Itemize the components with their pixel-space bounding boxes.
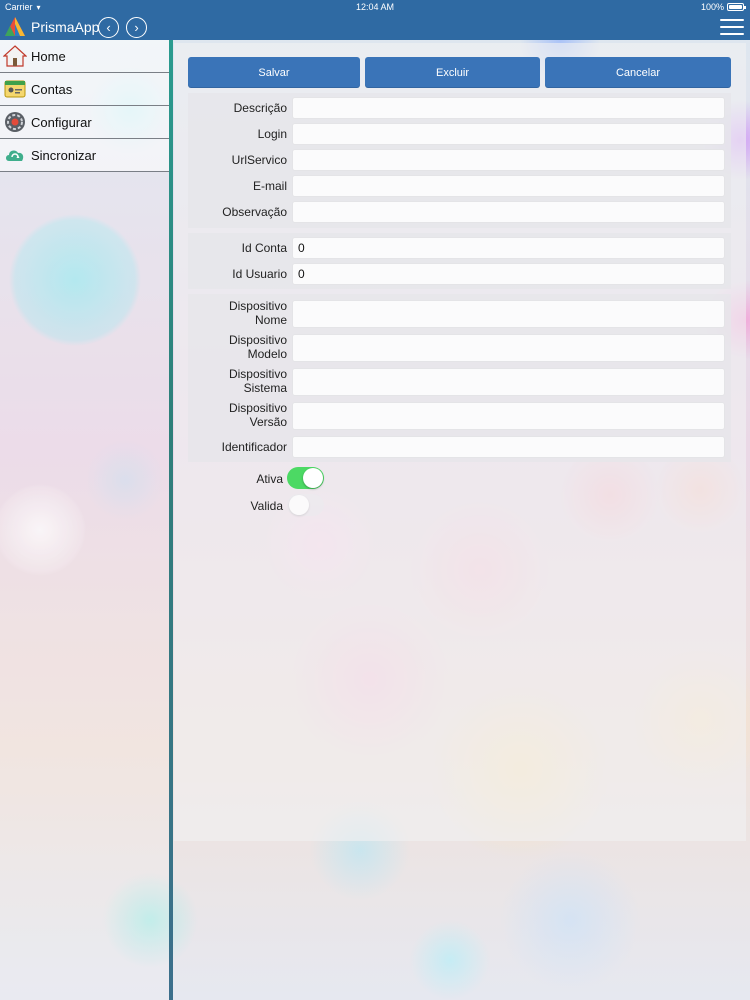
valida-toggle[interactable] xyxy=(287,494,324,516)
app-title: PrismaApp xyxy=(31,19,100,35)
field-row-id-usuario: Id Usuario xyxy=(188,263,731,285)
field-row-descricao: Descrição xyxy=(188,97,731,119)
menu-line-icon xyxy=(720,33,744,35)
urlservico-label: UrlServico xyxy=(231,153,287,167)
accounts-icon xyxy=(4,80,26,98)
dispositivo-versao-label: Dispositivo Versão xyxy=(228,401,287,429)
sidebar-item-home[interactable]: Home xyxy=(0,40,169,73)
prisma-logo-icon xyxy=(5,17,25,36)
field-row-dispositivo-modelo: Dispositivo Modelo xyxy=(188,332,731,362)
login-label: Login xyxy=(257,127,287,141)
menu-line-icon xyxy=(720,26,744,28)
account-fields-group: Descrição Login UrlServico E-mail Observ… xyxy=(188,93,731,228)
sidebar-item-label: Home xyxy=(31,48,66,64)
observacao-label: Observação xyxy=(222,205,287,219)
settings-icon xyxy=(5,112,25,132)
chevron-left-icon: ‹ xyxy=(106,20,111,35)
descricao-label: Descrição xyxy=(233,101,287,115)
forward-button[interactable]: › xyxy=(126,17,147,38)
toggle-knob xyxy=(289,495,309,515)
save-button[interactable]: Salvar xyxy=(188,57,360,88)
field-row-dispositivo-sistema: Dispositivo Sistema xyxy=(188,366,731,396)
sidebar-divider xyxy=(169,40,173,1000)
status-bar: Carrier ▾ 12:04 AM 100% xyxy=(0,0,750,14)
back-button[interactable]: ‹ xyxy=(98,17,119,38)
id-usuario-label: Id Usuario xyxy=(232,267,287,281)
login-input[interactable] xyxy=(292,123,725,145)
toggle-knob xyxy=(303,468,323,488)
field-row-urlservico: UrlServico xyxy=(188,149,731,171)
battery-percent: 100% xyxy=(700,2,724,12)
field-row-dispositivo-nome: Dispositivo Nome xyxy=(188,298,731,328)
status-time: 12:04 AM xyxy=(355,2,395,12)
urlservico-input[interactable] xyxy=(292,149,725,171)
ativa-toggle[interactable] xyxy=(287,467,324,489)
field-row-email: E-mail xyxy=(188,175,731,197)
sidebar-item-sincronizar[interactable]: Sincronizar xyxy=(0,139,169,172)
dispositivo-modelo-input[interactable] xyxy=(292,334,725,362)
hamburger-menu-button[interactable] xyxy=(720,18,744,36)
field-row-dispositivo-versao: Dispositivo Versão xyxy=(188,400,731,430)
dispositivo-versao-input[interactable] xyxy=(292,402,725,430)
field-row-id-conta: Id Conta xyxy=(188,237,731,259)
dispositivo-modelo-label: Dispositivo Modelo xyxy=(228,333,287,361)
sidebar-item-label: Contas xyxy=(31,81,73,97)
descricao-input[interactable] xyxy=(292,97,725,119)
field-row-observacao: Observação xyxy=(188,201,731,223)
field-row-identificador: Identificador xyxy=(188,436,731,458)
nav-bar: PrismaApp ‹ › xyxy=(0,14,750,40)
chevron-right-icon: › xyxy=(134,20,139,35)
sidebar-item-configurar[interactable]: Configurar xyxy=(0,106,169,139)
device-group: Dispositivo Nome Dispositivo Modelo Dispos… xyxy=(188,294,731,462)
dispositivo-sistema-input[interactable] xyxy=(292,368,725,396)
identificador-input[interactable] xyxy=(292,436,725,458)
dispositivo-sistema-label: Dispositivo Sistema xyxy=(228,367,287,395)
sidebar-item-label: Sincronizar xyxy=(31,147,97,163)
cancel-button[interactable]: Cancelar xyxy=(545,57,731,88)
email-label: E-mail xyxy=(252,179,287,193)
ativa-label: Ativa xyxy=(256,472,283,486)
home-icon xyxy=(3,45,27,67)
dispositivo-nome-input[interactable] xyxy=(292,300,725,328)
identificador-label: Identificador xyxy=(221,440,287,454)
delete-button[interactable]: Excluir xyxy=(365,57,540,88)
id-conta-label: Id Conta xyxy=(241,241,287,255)
field-row-login: Login xyxy=(188,123,731,145)
cloud-sync-icon xyxy=(6,150,24,161)
observacao-input[interactable] xyxy=(292,201,725,223)
dispositivo-nome-label: Dispositivo Nome xyxy=(228,299,287,327)
valida-label: Valida xyxy=(250,499,283,513)
id-usuario-input[interactable] xyxy=(292,263,725,285)
ids-group: Id Conta Id Usuario xyxy=(188,233,731,289)
sidebar-item-contas[interactable]: Contas xyxy=(0,73,169,106)
menu-line-icon xyxy=(720,19,744,21)
battery-status: 100% xyxy=(700,2,746,12)
battery-icon xyxy=(727,3,746,11)
id-conta-input[interactable] xyxy=(292,237,725,259)
sidebar-item-label: Configurar xyxy=(31,114,92,130)
email-input[interactable] xyxy=(292,175,725,197)
sidebar xyxy=(0,40,170,1000)
